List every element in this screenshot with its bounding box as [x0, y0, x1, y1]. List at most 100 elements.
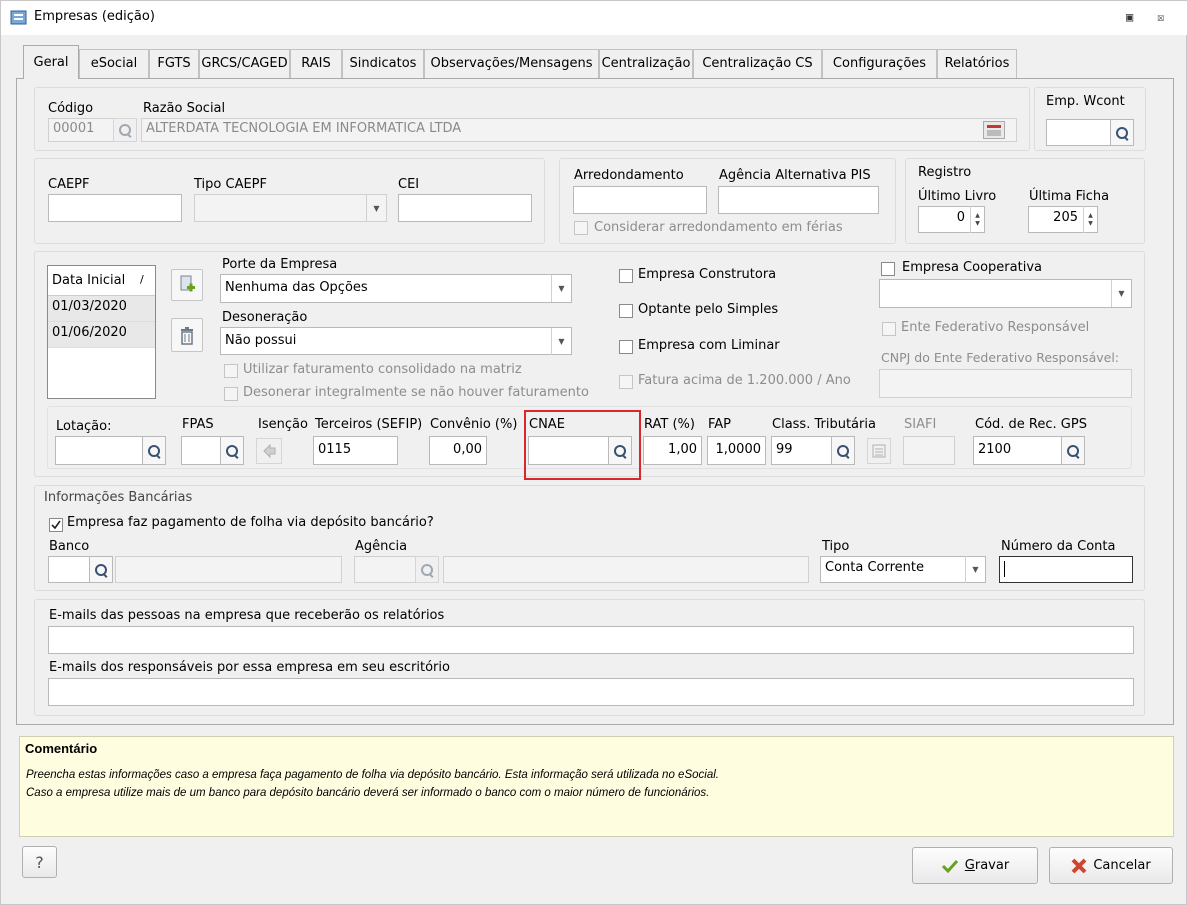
tab-geral[interactable]: Geral [23, 45, 79, 79]
ultimo-livro-label: Último Livro [918, 189, 997, 204]
construtora-label: Empresa Construtora [638, 267, 777, 282]
tab-esocial[interactable]: eSocial [79, 49, 149, 79]
banco-nome-field [115, 556, 342, 583]
tab-relat-rios[interactable]: Relatórios [937, 49, 1017, 79]
banco-field[interactable] [48, 556, 90, 583]
ferias-checkbox[interactable] [574, 221, 588, 235]
class-tributaria-field[interactable]: 99 [771, 436, 832, 465]
tab-centraliza-o[interactable]: Centralização [599, 49, 693, 79]
fatura-checkbox[interactable] [619, 375, 633, 389]
construtora-checkbox[interactable] [619, 269, 633, 283]
caepf-field[interactable] [48, 194, 182, 222]
desonerar-integral-checkbox[interactable] [224, 387, 238, 401]
restore-icon[interactable]: ▣ [1126, 10, 1133, 24]
chevron-down-icon[interactable]: ▼ [965, 556, 985, 583]
tab-sindicatos[interactable]: Sindicatos [342, 49, 424, 79]
gps-search-button[interactable] [1061, 436, 1085, 465]
cancelar-button[interactable]: Cancelar [1049, 847, 1173, 884]
help-button[interactable]: ? [22, 846, 57, 878]
agencia-field[interactable] [354, 556, 416, 583]
ente-checkbox[interactable] [882, 322, 896, 336]
tab-centraliza-o-cs[interactable]: Centralização CS [693, 49, 822, 79]
wcont-field[interactable] [1046, 119, 1112, 146]
cnae-label: CNAE [529, 417, 565, 432]
razao-social-field[interactable]: ALTERDATA TECNOLOGIA EM INFORMATICA LTDA [141, 118, 1017, 142]
list-item[interactable]: 01/06/2020 [48, 322, 155, 348]
chevron-down-icon[interactable]: ▼ [551, 328, 571, 355]
email-escritorio-field[interactable] [48, 678, 1134, 706]
gravar-button[interactable]: Gravar [912, 847, 1038, 884]
isencao-button[interactable] [256, 438, 282, 464]
terceiros-label: Terceiros (SEFIP) [315, 417, 423, 432]
rat-field[interactable]: 1,00 [643, 436, 702, 465]
cnae-field[interactable] [528, 436, 609, 465]
livro-spinner[interactable]: ▲ ▼ [970, 206, 984, 233]
agencia-pis-field[interactable] [718, 186, 879, 214]
wcont-label: Emp. Wcont [1046, 94, 1125, 109]
fpas-search-button[interactable] [220, 436, 244, 465]
siafi-label: SIAFI [904, 417, 937, 432]
lotacao-field[interactable] [55, 436, 143, 465]
search-icon [119, 124, 131, 136]
conta-field[interactable] [999, 556, 1133, 583]
terceiros-field[interactable]: 0115 [313, 436, 398, 465]
lotacao-search-button[interactable] [142, 436, 166, 465]
cooperativa-checkbox[interactable] [881, 262, 895, 276]
class-tributaria-search-button[interactable] [831, 436, 855, 465]
cei-label: CEI [398, 177, 420, 192]
cnpj-ente-field[interactable] [879, 369, 1132, 398]
razao-label: Razão Social [143, 101, 226, 116]
deposito-checkbox[interactable] [49, 518, 63, 532]
cei-field[interactable] [398, 194, 532, 222]
porte-select[interactable]: Nenhuma das Opções [220, 274, 572, 303]
tab-configura-es[interactable]: Configurações [822, 49, 937, 79]
arredondamento-field[interactable] [573, 186, 707, 214]
tipo-caepf-select[interactable] [194, 194, 387, 222]
ficha-spinner[interactable]: ▲ ▼ [1083, 206, 1097, 233]
simples-checkbox[interactable] [619, 304, 633, 318]
agencia-search-button[interactable] [415, 556, 439, 583]
gps-field[interactable]: 2100 [973, 436, 1062, 465]
desoneracao-select[interactable]: Não possui [220, 327, 572, 355]
fap-field[interactable]: 1,0000 [707, 436, 766, 465]
chevron-down-icon[interactable]: ▼ [551, 275, 571, 302]
help-label: ? [35, 852, 44, 872]
banco-search-button[interactable] [89, 556, 113, 583]
comment-line-2: Caso a empresa utilize mais de um banco … [26, 787, 710, 799]
add-date-button[interactable] [171, 269, 203, 301]
calendar-icon[interactable] [983, 121, 1005, 139]
email-empresa-field[interactable] [48, 626, 1134, 654]
fpas-field[interactable] [181, 436, 221, 465]
tab-fgts[interactable]: FGTS [149, 49, 199, 79]
close-icon[interactable]: ☒ [1157, 10, 1164, 24]
search-icon [95, 563, 107, 576]
lotacao-label: Lotação: [56, 419, 112, 434]
codigo-search-button[interactable] [113, 118, 137, 142]
tab-rais[interactable]: RAIS [290, 49, 342, 79]
search-icon [226, 444, 238, 457]
convenio-label: Convênio (%) [430, 417, 518, 432]
faturamento-matriz-checkbox[interactable] [224, 364, 238, 378]
main-window: Empresas (edição) ▣ ☒ Geral eSocial FGTS GR… [0, 0, 1187, 905]
convenio-field[interactable]: 0,00 [429, 436, 487, 465]
codigo-field[interactable]: 00001 [48, 118, 114, 142]
chevron-down-icon[interactable]: ▼ [366, 195, 386, 221]
tipo-select[interactable]: Conta Corrente [820, 556, 986, 583]
cnae-search-button[interactable] [608, 436, 632, 465]
registro-title: Registro [918, 165, 972, 180]
liminar-checkbox[interactable] [619, 340, 633, 354]
siafi-field[interactable] [903, 436, 955, 465]
class-tributaria-list-button[interactable] [867, 438, 891, 464]
tab-observa-es-mensagens[interactable]: Observações/Mensagens [424, 49, 599, 79]
data-inicial-list[interactable]: Data Inicial / 01/03/2020 01/06/2020 [47, 265, 156, 399]
list-item[interactable]: 01/03/2020 [48, 296, 155, 322]
tab-grcs-caged[interactable]: GRCS/CAGED [199, 49, 290, 79]
cooperativa-select[interactable] [879, 279, 1132, 308]
delete-date-button[interactable] [171, 318, 203, 352]
tipo-caepf-label: Tipo CAEPF [194, 177, 267, 192]
wcont-search-button[interactable] [1110, 119, 1134, 146]
chevron-down-icon[interactable]: ▼ [1111, 280, 1131, 307]
trash-icon [181, 327, 193, 345]
data-inicial-header[interactable]: Data Inicial [52, 273, 125, 288]
desoneracao-label: Desoneração [222, 310, 308, 325]
